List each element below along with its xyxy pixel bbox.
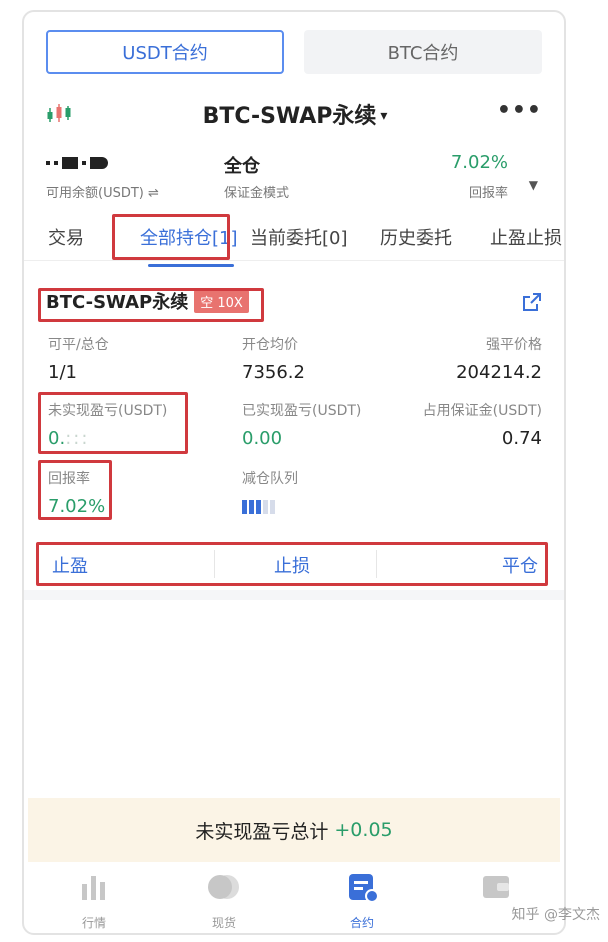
adl-gauge-segment (263, 500, 268, 514)
tabs-divider (24, 260, 564, 261)
take-profit-button[interactable]: 止盈 (52, 552, 88, 578)
tab-trade[interactable]: 交易 (48, 224, 84, 250)
nav-market-label: 行情 (81, 916, 106, 930)
available-balance[interactable]: 可用余额(USDT) ⇌ (46, 152, 159, 201)
nav-spot-label: 现货 (211, 916, 236, 930)
adl-queue-label: 减仓队列 (242, 471, 298, 487)
adl-gauge-segment (242, 500, 247, 514)
close-position-button[interactable]: 平仓 (502, 552, 538, 578)
avg-open-cell: 开仓均价 7356.2 (242, 334, 305, 383)
position-actions: 止盈 止损 平仓 (38, 544, 550, 586)
margin-used-value: 0.74 (501, 428, 542, 449)
avg-open-value: 7356.2 (242, 362, 305, 383)
adl-queue-gauge (242, 496, 298, 517)
balance-masked-value (46, 152, 159, 176)
share-icon[interactable] (520, 290, 544, 314)
available-total-cell: 可平/总仓 1/1 (48, 334, 109, 383)
avg-open-label: 开仓均价 (242, 337, 298, 353)
tab-all-positions[interactable]: 全部持仓[1] (140, 224, 238, 250)
return-rate-label: 回报率 (468, 186, 508, 201)
realized-pnl-value: 0.00 (242, 428, 283, 449)
more-options-icon[interactable]: ••• (497, 98, 542, 123)
margin-used-label: 占用保证金(USDT) (422, 403, 542, 419)
instrument-header: BTC-SWAP永续 ▾ ••• (46, 94, 544, 134)
margin-mode-label: 保证金模式 (224, 186, 290, 201)
realized-pnl-label: 已实现盈亏(USDT) (242, 403, 362, 419)
liquidation-price-cell: 强平价格 204214.2 (456, 334, 542, 383)
nav-contract-label: 合约 (349, 916, 374, 930)
active-tab-indicator (148, 264, 234, 267)
unrealized-total-value: +0.05 (334, 819, 393, 841)
market-bars-icon (82, 876, 105, 900)
instrument-title: BTC-SWAP永续 (202, 104, 377, 129)
phone-frame: USDT合约 BTC合约 BTC-SWAP永续 ▾ ••• 可用余额(USDT) … (22, 10, 566, 935)
position-return-value: 7.02% (48, 496, 106, 517)
position-instrument: BTC-SWAP永续 (46, 292, 189, 313)
caret-down-icon: ▾ (380, 108, 388, 124)
position-card: BTC-SWAP永续空 10X 可平/总仓 1/1 开仓均价 7356.2 强平… (24, 274, 564, 592)
nav-market[interactable]: 行情 (34, 870, 154, 931)
action-divider (376, 550, 377, 578)
tab-btc-contract[interactable]: BTC合约 (304, 30, 542, 74)
unrealized-pnl-label: 未实现盈亏(USDT) (48, 403, 168, 419)
tab-order-history[interactable]: 历史委托 (380, 224, 452, 250)
margin-used-cell: 占用保证金(USDT) 0.74 (423, 400, 542, 449)
section-divider (24, 590, 564, 600)
tab-usdt-contract[interactable]: USDT合约 (46, 30, 284, 74)
instrument-selector[interactable]: BTC-SWAP永续 ▾ (46, 98, 544, 130)
account-summary: 可用余额(USDT) ⇌ 全仓 保证金模式 7.02% 回报率 ▼ (46, 152, 544, 208)
expand-caret-icon[interactable]: ▼ (529, 178, 538, 192)
short-leverage-badge: 空 10X (194, 289, 249, 313)
tab-open-orders[interactable]: 当前委托[0] (250, 224, 348, 250)
action-divider (214, 550, 215, 578)
available-total-value: 1/1 (48, 362, 77, 383)
liquidation-price-value: 204214.2 (456, 362, 542, 383)
watermark: 知乎 @李文杰 (511, 907, 600, 923)
available-total-label: 可平/总仓 (48, 337, 109, 353)
realized-pnl-cell: 已实现盈亏(USDT) 0.00 (242, 400, 361, 449)
adl-gauge-segment (256, 500, 261, 514)
position-return-cell: 回报率 7.02% (48, 468, 105, 517)
position-card-header: BTC-SWAP永续空 10X (46, 288, 544, 318)
adl-gauge-segment (249, 500, 254, 514)
tab-tp-sl[interactable]: 止盈止损 (490, 224, 562, 250)
unrealized-pnl-number: 0. (48, 428, 66, 449)
stop-loss-button[interactable]: 止损 (274, 552, 310, 578)
wallet-icon (483, 876, 509, 898)
return-rate: 7.02% 回报率 (451, 152, 508, 201)
adl-queue-cell: 减仓队列 (242, 468, 298, 517)
unrealized-pnl-cell: 未实现盈亏(USDT) 0.::: (48, 400, 167, 449)
contract-type-tabs: USDT合约 BTC合约 (46, 30, 544, 76)
position-tabs: 交易 全部持仓[1] 当前委托[0] 历史委托 止盈止损 (46, 224, 564, 268)
margin-mode[interactable]: 全仓 保证金模式 (224, 152, 289, 201)
balance-label: 可用余额(USDT) ⇌ (46, 186, 159, 201)
unrealized-total-bar: 未实现盈亏总计 +0.05 (28, 798, 560, 862)
contract-doc-icon (349, 874, 379, 903)
unrealized-pnl-value: 0.::: (48, 428, 90, 449)
spot-coins-icon (208, 875, 239, 899)
bottom-navigation: 行情 现货 合约 (24, 864, 564, 933)
margin-mode-value: 全仓 (224, 156, 260, 177)
position-return-label: 回报率 (48, 471, 90, 487)
nav-contract[interactable]: 合约 (302, 870, 422, 931)
nav-spot[interactable]: 现货 (164, 870, 284, 931)
adl-gauge-segment (270, 500, 275, 514)
return-rate-value: 7.02% (450, 152, 508, 173)
unrealized-total-label: 未实现盈亏总计 (195, 820, 329, 843)
liquidation-price-label: 强平价格 (486, 337, 542, 353)
